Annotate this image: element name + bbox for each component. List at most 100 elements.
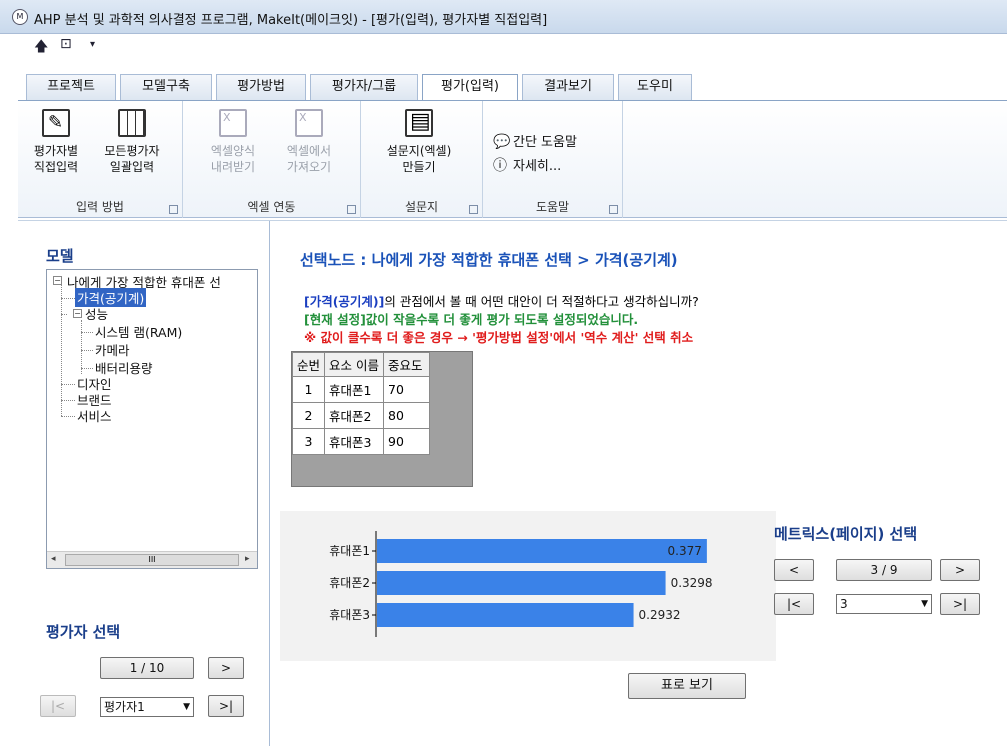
- matrix-prev-button[interactable]: <: [774, 559, 814, 581]
- tree-line: [81, 350, 93, 351]
- table-row: 2 휴대폰2 80: [291, 402, 430, 429]
- chart-value-label: 0.2932: [639, 608, 681, 622]
- quick-help-button[interactable]: 💬 간단 도움말: [493, 131, 577, 150]
- matrix-page-indicator[interactable]: 3 / 9: [836, 559, 932, 581]
- title-bar: M AHP 분석 및 과학적 의사결정 프로그램, MakeIt(메이크잇) -…: [0, 0, 1007, 34]
- table-view-button[interactable]: 표로 보기: [628, 673, 746, 699]
- dialog-launcher-icon[interactable]: [169, 205, 178, 214]
- tab-eval-method[interactable]: 평가방법: [216, 74, 306, 100]
- survey-excel-button[interactable]: 설문지(엑셀) 만들기: [379, 109, 459, 175]
- evaluator-page-indicator[interactable]: 1 / 10: [100, 657, 194, 679]
- table-cell: 휴대폰2: [324, 402, 384, 429]
- group-input-method: 평가자별 직접입력 모든평가자 일괄입력 입력 방법: [18, 101, 183, 218]
- dialog-launcher-icon[interactable]: [347, 205, 356, 214]
- evaluator-first-button[interactable]: |<: [40, 695, 76, 717]
- matrix-select[interactable]: 3 ▼: [836, 594, 932, 614]
- tree-line: [81, 320, 82, 374]
- scroll-left-icon[interactable]: ◂: [51, 554, 56, 564]
- dropdown-arrow-icon: ▼: [183, 702, 190, 712]
- matrix-select-title: 메트릭스(페이지) 선택: [774, 525, 918, 543]
- evaluator-select[interactable]: 평가자1 ▼: [100, 697, 194, 717]
- group-help: 💬 간단 도움말 ⓘ 자세히... 도움말: [483, 101, 623, 218]
- tree-horizontal-scrollbar[interactable]: ◂ III ▸: [47, 551, 257, 568]
- direct-input-button[interactable]: 평가자별 직접입력: [24, 109, 88, 175]
- survey-icon: [405, 109, 433, 137]
- qat-dropdown-icon[interactable]: ▾: [90, 39, 95, 50]
- chart-bar: [377, 603, 634, 627]
- current-setting-note: [현재 설정]값이 작을수록 더 좋게 평가 되도록 설정되었습니다.: [304, 312, 639, 327]
- column-header: 순번: [291, 352, 326, 377]
- chart-bar: [377, 571, 666, 595]
- collapse-icon[interactable]: −: [73, 309, 82, 318]
- table-row: 1 휴대폰1 70: [291, 376, 430, 403]
- group-label: 도움말: [535, 200, 570, 214]
- dropdown-arrow-icon: ▼: [921, 599, 928, 609]
- tree-line: [61, 384, 75, 385]
- more-info-button[interactable]: ⓘ 자세히...: [493, 155, 561, 175]
- save-icon[interactable]: ⊡: [60, 36, 72, 52]
- evaluator-last-button[interactable]: >|: [208, 695, 244, 717]
- batch-input-button[interactable]: 모든평가자 일괄입력: [100, 109, 164, 175]
- tab-evaluation-input[interactable]: 평가(입력): [422, 74, 518, 101]
- tree-line: [61, 284, 62, 416]
- tree-item-camera[interactable]: 카메라: [95, 340, 130, 359]
- evaluator-next-button[interactable]: >: [208, 657, 244, 679]
- collapse-icon[interactable]: −: [53, 276, 62, 285]
- model-tree[interactable]: − 나에게 가장 적합한 휴대폰 선 가격(공기계) − 성능 시스템 램(RA…: [46, 269, 258, 569]
- scroll-right-icon[interactable]: ▸: [245, 554, 250, 564]
- edit-icon: [42, 109, 70, 137]
- group-excel: 엑셀양식 내려받기 엑셀에서 가져오기 엑셀 연동: [183, 101, 361, 218]
- main-area: 모델 − 나에게 가장 적합한 휴대폰 선 가격(공기계) − 성능 시스템 램…: [18, 220, 1007, 746]
- dialog-launcher-icon[interactable]: [469, 205, 478, 214]
- chart-category-label: 휴대폰1: [329, 544, 370, 558]
- excel-import-button[interactable]: 엑셀에서 가져오기: [277, 109, 341, 175]
- dialog-launcher-icon[interactable]: [609, 205, 618, 214]
- excel-download-button[interactable]: 엑셀양식 내려받기: [201, 109, 265, 175]
- matrix-last-button[interactable]: >|: [940, 593, 980, 615]
- importance-table-container: 순번 요소 이름 중요도 1 휴대폰1 70 2 휴대폰2 80 3 휴대폰3 …: [291, 351, 473, 487]
- model-title: 모델: [46, 247, 74, 265]
- chart-canvas: 휴대폰1 0.377 휴대폰2 0.3298 휴대폰3 0.2932: [329, 531, 713, 637]
- group-label: 설문지: [404, 200, 439, 214]
- column-header: 요소 이름: [324, 352, 384, 377]
- table-cell-importance[interactable]: 90: [383, 428, 430, 455]
- group-survey: 설문지(엑셀) 만들기 설문지: [361, 101, 483, 218]
- tab-project[interactable]: 프로젝트: [26, 74, 116, 100]
- up-arrow-icon[interactable]: 🡅: [34, 36, 48, 60]
- tab-results[interactable]: 결과보기: [522, 74, 614, 100]
- tree-line: [61, 416, 75, 417]
- tree-item-ram[interactable]: 시스템 램(RAM): [95, 322, 182, 341]
- table-header-row: 순번 요소 이름 중요도: [291, 352, 430, 377]
- matrix-next-button[interactable]: >: [940, 559, 980, 581]
- tree-item-performance[interactable]: 성능: [85, 304, 108, 323]
- tab-help[interactable]: 도우미: [618, 74, 692, 100]
- tab-evaluator-group[interactable]: 평가자/그룹: [310, 74, 418, 100]
- tree-line: [61, 400, 75, 401]
- weight-bar-chart: 휴대폰1 0.377 휴대폰2 0.3298 휴대폰3 0.2932: [280, 511, 776, 661]
- chart-value-label: 0.377: [668, 544, 702, 558]
- tree-line: [81, 368, 93, 369]
- table-cell-importance[interactable]: 80: [383, 402, 430, 429]
- tree-item-service[interactable]: 서비스: [77, 406, 112, 425]
- chart-category-label: 휴대폰2: [329, 576, 370, 590]
- matrix-first-button[interactable]: |<: [774, 593, 814, 615]
- table-cell: 3: [291, 428, 326, 455]
- excel-import-icon: [295, 109, 323, 137]
- app-icon: M: [12, 9, 28, 25]
- table-cell-importance[interactable]: 70: [383, 376, 430, 403]
- info-icon: ⓘ: [493, 158, 507, 174]
- tree-line: [61, 314, 67, 315]
- selected-node-title: 선택노드 : 나에게 가장 적합한 휴대폰 선택 > 가격(공기계): [300, 251, 678, 269]
- reciprocal-warning: ※ 값이 클수록 더 좋은 경우 → '평가방법 설정'에서 '역수 계산' 선…: [304, 330, 694, 345]
- scroll-thumb[interactable]: III: [65, 554, 239, 566]
- window-title: AHP 분석 및 과학적 의사결정 프로그램, MakeIt(메이크잇) - […: [34, 13, 548, 28]
- chart-value-label: 0.3298: [671, 576, 713, 590]
- tree-line: [81, 332, 93, 333]
- chart-bar: [377, 539, 707, 563]
- left-panel: 모델 − 나에게 가장 적합한 휴대폰 선 가격(공기계) − 성능 시스템 램…: [18, 221, 270, 746]
- tab-model[interactable]: 모델구축: [120, 74, 212, 100]
- grid-icon: [118, 109, 146, 137]
- table-cell: 휴대폰3: [324, 428, 384, 455]
- table-row: 3 휴대폰3 90: [291, 428, 430, 455]
- speech-bubble-icon: 💬: [493, 134, 511, 150]
